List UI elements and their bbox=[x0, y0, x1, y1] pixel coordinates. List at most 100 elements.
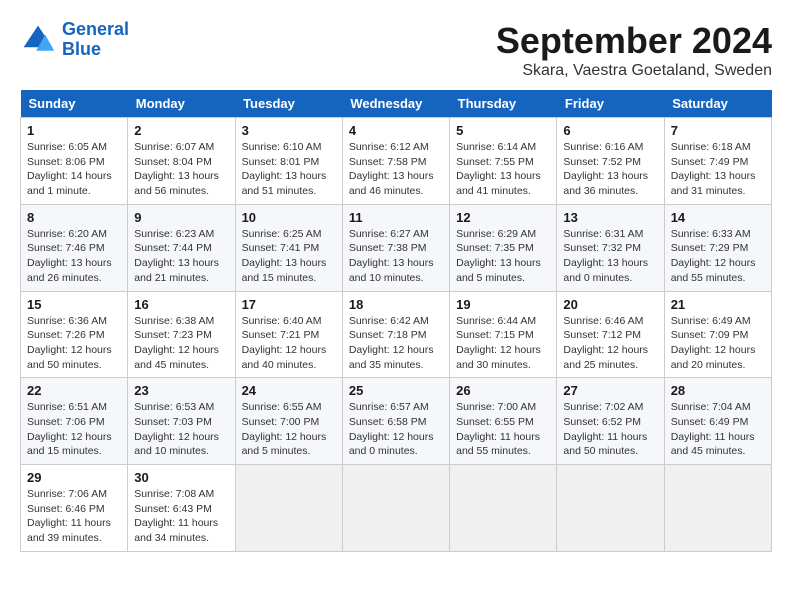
header: General Blue September 2024 Skara, Vaest… bbox=[20, 20, 772, 80]
calendar-cell: 30 Sunrise: 7:08 AM Sunset: 6:43 PM Dayli… bbox=[128, 465, 235, 552]
day-info: Sunrise: 6:20 AM Sunset: 7:46 PM Dayligh… bbox=[27, 227, 121, 286]
day-number: 10 bbox=[242, 210, 336, 225]
weekday-header: Monday bbox=[128, 90, 235, 118]
calendar-cell: 2 Sunrise: 6:07 AM Sunset: 8:04 PM Daylig… bbox=[128, 118, 235, 205]
day-info: Sunrise: 6:42 AM Sunset: 7:18 PM Dayligh… bbox=[349, 314, 443, 373]
calendar-cell: 26Sunrise: 7:00 AM Sunset: 6:55 PM Dayli… bbox=[450, 378, 557, 465]
day-info: Sunrise: 7:04 AM Sunset: 6:49 PM Dayligh… bbox=[671, 400, 765, 459]
day-info: Sunrise: 6:10 AM Sunset: 8:01 PM Dayligh… bbox=[242, 140, 336, 199]
calendar-cell: 10 Sunrise: 6:25 AM Sunset: 7:41 PM Dayli… bbox=[235, 204, 342, 291]
calendar-cell bbox=[235, 465, 342, 552]
calendar-cell: 24 Sunrise: 6:55 AM Sunset: 7:00 PM Dayli… bbox=[235, 378, 342, 465]
day-number: 23 bbox=[134, 383, 228, 398]
day-info: Sunrise: 6:33 AM Sunset: 7:29 PM Dayligh… bbox=[671, 227, 765, 286]
day-number: 13 bbox=[563, 210, 657, 225]
day-info: Sunrise: 6:18 AM Sunset: 7:49 PM Dayligh… bbox=[671, 140, 765, 199]
day-number: 27 bbox=[563, 383, 657, 398]
logo: General Blue bbox=[20, 20, 129, 60]
calendar-cell: 4 Sunrise: 6:12 AM Sunset: 7:58 PM Daylig… bbox=[342, 118, 449, 205]
weekday-header: Thursday bbox=[450, 90, 557, 118]
day-info: Sunrise: 6:16 AM Sunset: 7:52 PM Dayligh… bbox=[563, 140, 657, 199]
day-info: Sunrise: 6:53 AM Sunset: 7:03 PM Dayligh… bbox=[134, 400, 228, 459]
day-number: 2 bbox=[134, 123, 228, 138]
day-info: Sunrise: 6:25 AM Sunset: 7:41 PM Dayligh… bbox=[242, 227, 336, 286]
day-number: 12 bbox=[456, 210, 550, 225]
day-info: Sunrise: 6:29 AM Sunset: 7:35 PM Dayligh… bbox=[456, 227, 550, 286]
weekday-header: Saturday bbox=[664, 90, 771, 118]
calendar-cell: 3 Sunrise: 6:10 AM Sunset: 8:01 PM Daylig… bbox=[235, 118, 342, 205]
calendar-cell: 21 Sunrise: 6:49 AM Sunset: 7:09 PM Dayli… bbox=[664, 291, 771, 378]
weekday-header-row: SundayMondayTuesdayWednesdayThursdayFrid… bbox=[21, 90, 772, 118]
day-number: 9 bbox=[134, 210, 228, 225]
day-info: Sunrise: 6:31 AM Sunset: 7:32 PM Dayligh… bbox=[563, 227, 657, 286]
calendar-cell bbox=[557, 465, 664, 552]
calendar-cell: 1Sunrise: 6:05 AM Sunset: 8:06 PM Daylig… bbox=[21, 118, 128, 205]
day-info: Sunrise: 6:12 AM Sunset: 7:58 PM Dayligh… bbox=[349, 140, 443, 199]
calendar-cell: 20 Sunrise: 6:46 AM Sunset: 7:12 PM Dayli… bbox=[557, 291, 664, 378]
location: Skara, Vaestra Goetaland, Sweden bbox=[496, 62, 772, 80]
calendar-week-row: 29Sunrise: 7:06 AM Sunset: 6:46 PM Dayli… bbox=[21, 465, 772, 552]
day-info: Sunrise: 6:55 AM Sunset: 7:00 PM Dayligh… bbox=[242, 400, 336, 459]
day-info: Sunrise: 7:02 AM Sunset: 6:52 PM Dayligh… bbox=[563, 400, 657, 459]
day-info: Sunrise: 7:08 AM Sunset: 6:43 PM Dayligh… bbox=[134, 487, 228, 546]
logo-line1: General bbox=[62, 19, 129, 39]
calendar-cell: 7 Sunrise: 6:18 AM Sunset: 7:49 PM Daylig… bbox=[664, 118, 771, 205]
calendar-cell bbox=[450, 465, 557, 552]
day-info: Sunrise: 6:14 AM Sunset: 7:55 PM Dayligh… bbox=[456, 140, 550, 199]
calendar-cell: 14 Sunrise: 6:33 AM Sunset: 7:29 PM Dayli… bbox=[664, 204, 771, 291]
day-info: Sunrise: 7:06 AM Sunset: 6:46 PM Dayligh… bbox=[27, 487, 121, 546]
day-info: Sunrise: 7:00 AM Sunset: 6:55 PM Dayligh… bbox=[456, 400, 550, 459]
calendar-cell: 8Sunrise: 6:20 AM Sunset: 7:46 PM Daylig… bbox=[21, 204, 128, 291]
calendar-week-row: 15 Sunrise: 6:36 AM Sunset: 7:26 PM Dayli… bbox=[21, 291, 772, 378]
calendar-cell bbox=[342, 465, 449, 552]
day-number: 1 bbox=[27, 123, 121, 138]
logo-line2: Blue bbox=[62, 39, 101, 59]
calendar-cell: 29Sunrise: 7:06 AM Sunset: 6:46 PM Dayli… bbox=[21, 465, 128, 552]
calendar-cell: 11Sunrise: 6:27 AM Sunset: 7:38 PM Dayli… bbox=[342, 204, 449, 291]
day-info: Sunrise: 6:07 AM Sunset: 8:04 PM Dayligh… bbox=[134, 140, 228, 199]
day-number: 25 bbox=[349, 383, 443, 398]
day-number: 17 bbox=[242, 297, 336, 312]
day-number: 4 bbox=[349, 123, 443, 138]
day-number: 7 bbox=[671, 123, 765, 138]
day-info: Sunrise: 6:46 AM Sunset: 7:12 PM Dayligh… bbox=[563, 314, 657, 373]
day-number: 6 bbox=[563, 123, 657, 138]
calendar-cell: 9 Sunrise: 6:23 AM Sunset: 7:44 PM Daylig… bbox=[128, 204, 235, 291]
calendar-cell: 19 Sunrise: 6:44 AM Sunset: 7:15 PM Dayli… bbox=[450, 291, 557, 378]
day-number: 28 bbox=[671, 383, 765, 398]
weekday-header: Sunday bbox=[21, 90, 128, 118]
day-info: Sunrise: 6:49 AM Sunset: 7:09 PM Dayligh… bbox=[671, 314, 765, 373]
calendar-week-row: 1Sunrise: 6:05 AM Sunset: 8:06 PM Daylig… bbox=[21, 118, 772, 205]
title-area: September 2024 Skara, Vaestra Goetaland,… bbox=[496, 20, 772, 80]
calendar-cell: 17Sunrise: 6:40 AM Sunset: 7:21 PM Dayli… bbox=[235, 291, 342, 378]
day-number: 19 bbox=[456, 297, 550, 312]
day-number: 20 bbox=[563, 297, 657, 312]
day-number: 24 bbox=[242, 383, 336, 398]
weekday-header: Tuesday bbox=[235, 90, 342, 118]
weekday-header: Wednesday bbox=[342, 90, 449, 118]
day-number: 3 bbox=[242, 123, 336, 138]
calendar-cell: 6 Sunrise: 6:16 AM Sunset: 7:52 PM Daylig… bbox=[557, 118, 664, 205]
calendar-cell bbox=[664, 465, 771, 552]
day-number: 15 bbox=[27, 297, 121, 312]
day-number: 21 bbox=[671, 297, 765, 312]
day-number: 30 bbox=[134, 470, 228, 485]
calendar-week-row: 8Sunrise: 6:20 AM Sunset: 7:46 PM Daylig… bbox=[21, 204, 772, 291]
day-info: Sunrise: 6:44 AM Sunset: 7:15 PM Dayligh… bbox=[456, 314, 550, 373]
calendar-cell: 22Sunrise: 6:51 AM Sunset: 7:06 PM Dayli… bbox=[21, 378, 128, 465]
logo-icon bbox=[20, 22, 56, 58]
calendar-week-row: 22Sunrise: 6:51 AM Sunset: 7:06 PM Dayli… bbox=[21, 378, 772, 465]
logo-text: General Blue bbox=[62, 20, 129, 60]
day-number: 14 bbox=[671, 210, 765, 225]
calendar-cell: 28 Sunrise: 7:04 AM Sunset: 6:49 PM Dayli… bbox=[664, 378, 771, 465]
weekday-header: Friday bbox=[557, 90, 664, 118]
day-info: Sunrise: 6:23 AM Sunset: 7:44 PM Dayligh… bbox=[134, 227, 228, 286]
day-info: Sunrise: 6:51 AM Sunset: 7:06 PM Dayligh… bbox=[27, 400, 121, 459]
day-number: 18 bbox=[349, 297, 443, 312]
month-title: September 2024 bbox=[496, 20, 772, 62]
day-number: 11 bbox=[349, 210, 443, 225]
calendar-cell: 27 Sunrise: 7:02 AM Sunset: 6:52 PM Dayli… bbox=[557, 378, 664, 465]
day-info: Sunrise: 6:36 AM Sunset: 7:26 PM Dayligh… bbox=[27, 314, 121, 373]
calendar-cell: 18 Sunrise: 6:42 AM Sunset: 7:18 PM Dayli… bbox=[342, 291, 449, 378]
day-info: Sunrise: 6:57 AM Sunset: 6:58 PM Dayligh… bbox=[349, 400, 443, 459]
